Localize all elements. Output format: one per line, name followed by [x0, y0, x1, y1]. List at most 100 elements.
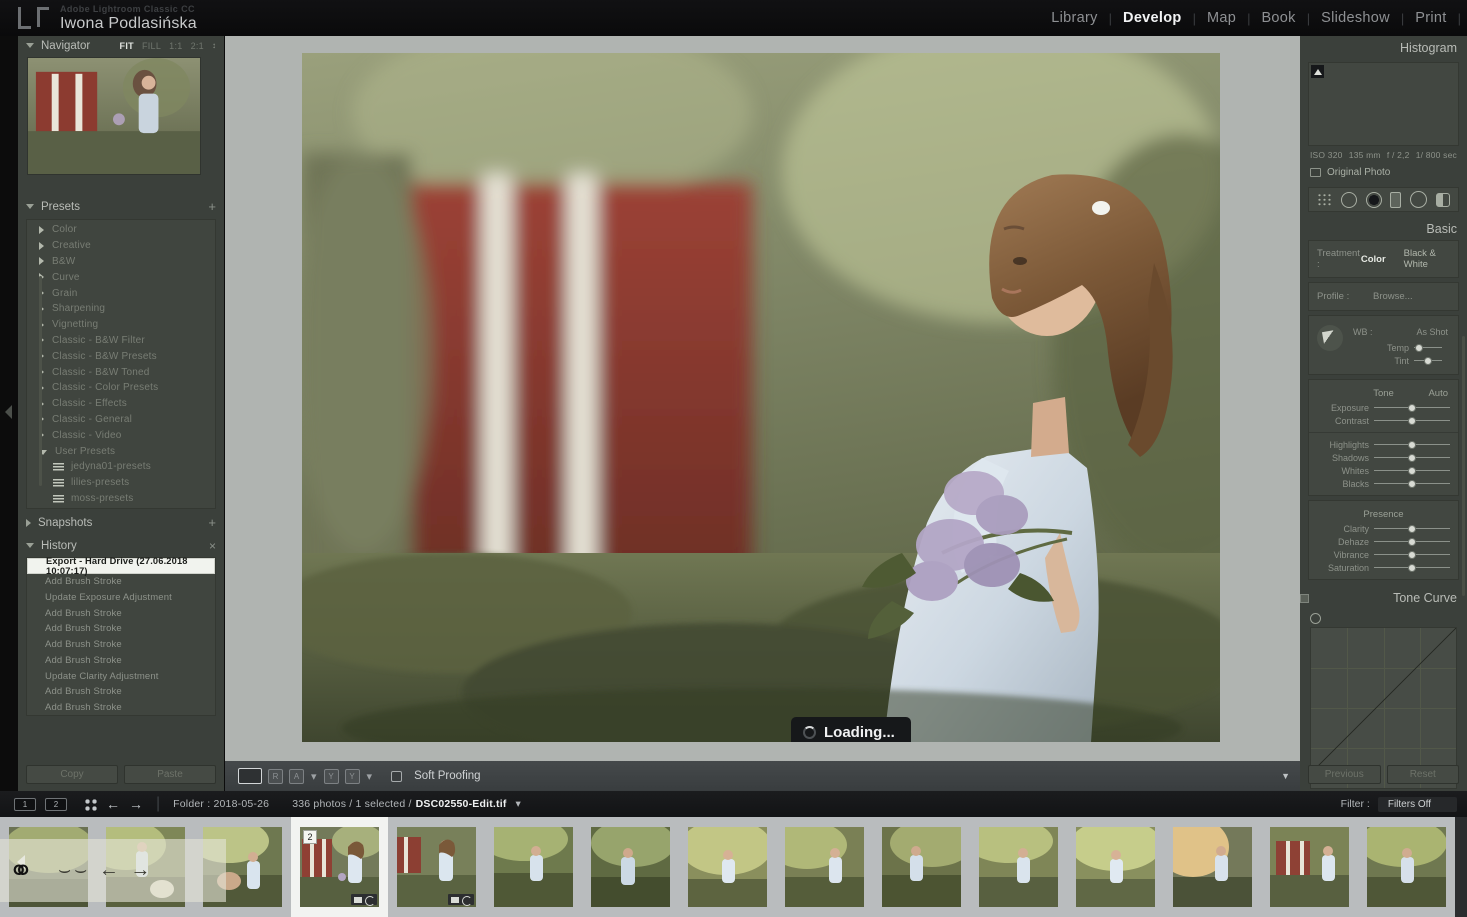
slider-track[interactable]: [1374, 538, 1450, 546]
previous-button[interactable]: Previous: [1308, 765, 1381, 784]
preset-group[interactable]: Creative: [27, 238, 215, 254]
slider-vibrance[interactable]: Vibrance: [1309, 548, 1458, 561]
slider-knob[interactable]: [1408, 404, 1416, 412]
slider-highlights[interactable]: Highlights: [1309, 438, 1458, 451]
slider-track[interactable]: [1374, 480, 1450, 488]
white-balance-selector-icon[interactable]: [1317, 325, 1343, 351]
slider-track[interactable]: [1374, 454, 1450, 462]
treatment-color-option[interactable]: Color: [1361, 254, 1386, 265]
before-after-icon-left[interactable]: R: [268, 768, 283, 784]
add-preset-icon[interactable]: +: [208, 200, 216, 213]
history-item[interactable]: Add Brush Stroke: [27, 605, 215, 621]
preset-group[interactable]: Classic - General: [27, 412, 215, 428]
filmstrip-thumbnail[interactable]: [688, 827, 767, 907]
module-print[interactable]: Print: [1404, 10, 1457, 26]
wb-value[interactable]: As Shot: [1416, 327, 1448, 337]
slider-knob[interactable]: [1415, 344, 1424, 352]
graduated-filter-icon[interactable]: [1390, 191, 1402, 208]
user-preset-item[interactable]: moss-presets: [27, 491, 215, 507]
histogram-header[interactable]: Histogram: [1300, 36, 1467, 60]
filmstrip-cell[interactable]: [388, 817, 485, 917]
tone-curve-header[interactable]: Tone Curve: [1300, 586, 1467, 610]
back-arrow-icon[interactable]: ←: [106, 796, 120, 812]
preset-group[interactable]: B&W: [27, 254, 215, 270]
current-filename[interactable]: DSC02550-Edit.tif: [416, 798, 507, 810]
slider-track[interactable]: [1414, 357, 1442, 365]
slider-knob[interactable]: [1408, 538, 1416, 546]
filmstrip-thumbnail[interactable]: [1076, 827, 1155, 907]
clear-history-icon[interactable]: ×: [209, 539, 216, 553]
user-preset-item[interactable]: jedyna01-presets: [27, 459, 215, 475]
history-item[interactable]: Add Brush Stroke: [27, 684, 215, 700]
zoom-1-1[interactable]: 1:1: [169, 41, 182, 51]
user-preset-item[interactable]: lilies-presets: [27, 475, 215, 491]
history-item[interactable]: Add Brush Stroke: [27, 652, 215, 668]
basic-panel-header[interactable]: Basic: [1300, 218, 1467, 240]
folder-label[interactable]: Folder : 2018-05-26: [173, 798, 269, 810]
paste-button[interactable]: Paste: [124, 765, 216, 784]
toolbar-overflow-icon[interactable]: ▼: [1281, 771, 1290, 781]
treatment-bw-option[interactable]: Black & White: [1404, 248, 1450, 270]
history-item[interactable]: Update Clarity Adjustment: [27, 668, 215, 684]
adjustment-brush-icon[interactable]: [1435, 192, 1450, 207]
slider-dehaze[interactable]: Dehaze: [1309, 535, 1458, 548]
slider-track[interactable]: [1374, 525, 1450, 533]
before-after-icon-right[interactable]: A: [289, 768, 304, 784]
radial-filter-icon[interactable]: [1409, 191, 1427, 208]
slider-knob[interactable]: [1408, 480, 1416, 488]
history-item[interactable]: Add Brush Stroke: [27, 574, 215, 590]
slider-contrast[interactable]: Contrast: [1309, 414, 1458, 427]
history-item[interactable]: Add Brush Stroke: [27, 700, 215, 716]
preset-group[interactable]: Grain: [27, 285, 215, 301]
filmstrip-thumbnail[interactable]: [1270, 827, 1349, 907]
slider-knob[interactable]: [1408, 551, 1416, 559]
history-item[interactable]: Add Brush Stroke: [27, 637, 215, 653]
left-panel-collapse-arrow[interactable]: [5, 405, 12, 419]
reset-button[interactable]: Reset: [1386, 765, 1459, 784]
filmstrip-thumbnail[interactable]: [1173, 827, 1252, 907]
snapshots-header[interactable]: Snapshots +: [18, 513, 224, 533]
photo-preview[interactable]: Loading...: [302, 53, 1220, 742]
navigator-header[interactable]: Navigator FIT FILL 1:1 2:1 ↕: [18, 36, 224, 55]
grid-view-icon[interactable]: [84, 797, 97, 811]
slider-knob[interactable]: [1424, 357, 1432, 365]
slider-track[interactable]: [1374, 417, 1450, 425]
slider-knob[interactable]: [1408, 564, 1416, 572]
loupe-view-icon[interactable]: [238, 768, 262, 784]
zoom-2-1[interactable]: 2:1: [191, 41, 204, 51]
filmstrip-cell[interactable]: [873, 817, 970, 917]
filmstrip-cell[interactable]: [1261, 817, 1358, 917]
filmstrip-thumbnail[interactable]: 2: [300, 827, 379, 907]
filmstrip-cell[interactable]: [679, 817, 776, 917]
filmstrip-cell[interactable]: [1164, 817, 1261, 917]
target-adjustment-icon[interactable]: [1310, 613, 1321, 624]
compare-icon-left[interactable]: Y: [323, 768, 339, 784]
crop-overlay-icon[interactable]: [1317, 193, 1333, 206]
module-slideshow[interactable]: Slideshow: [1310, 10, 1401, 26]
preset-group[interactable]: Classic - B&W Filter: [27, 333, 215, 349]
filmstrip-cell[interactable]: [485, 817, 582, 917]
slider-shadows[interactable]: Shadows: [1309, 451, 1458, 464]
filmstrip-cell-selected[interactable]: 2: [291, 817, 388, 917]
slider-knob[interactable]: [1408, 441, 1416, 449]
preset-group[interactable]: Classic - Video: [27, 427, 215, 443]
original-photo-row[interactable]: Original Photo: [1310, 167, 1457, 178]
slider-saturation[interactable]: Saturation: [1309, 561, 1458, 574]
before-after-dropdown-icon[interactable]: ▾: [311, 770, 317, 783]
identity-plate[interactable]: Adobe Lightroom Classic CC Iwona Podlasi…: [60, 4, 197, 32]
filmstrip-cell[interactable]: [776, 817, 873, 917]
module-library[interactable]: Library: [1040, 10, 1108, 26]
module-book[interactable]: Book: [1250, 10, 1306, 26]
slider-track[interactable]: [1374, 564, 1450, 572]
preset-group[interactable]: Classic - Color Presets: [27, 380, 215, 396]
filter-preset-dropdown[interactable]: Filters Off: [1377, 796, 1457, 812]
slider-track[interactable]: [1374, 467, 1450, 475]
slider-knob[interactable]: [1408, 417, 1416, 425]
zoom-dropdown-icon[interactable]: ↕: [212, 41, 216, 50]
filmstrip-thumbnail[interactable]: [979, 827, 1058, 907]
soft-proofing-checkbox[interactable]: [391, 770, 403, 782]
slider-knob[interactable]: [1408, 525, 1416, 533]
history-item[interactable]: Add Brush Stroke: [27, 621, 215, 637]
history-header[interactable]: History ×: [18, 536, 224, 556]
compare-icon-right[interactable]: Y: [344, 768, 360, 784]
